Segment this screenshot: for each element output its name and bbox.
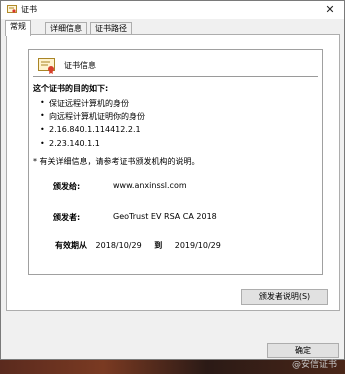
purpose-heading: 这个证书的目的如下: xyxy=(33,84,109,93)
details-note: * 有关详细信息，请参考证书颁发机构的说明。 xyxy=(33,157,200,166)
validity-from: 2018/10/29 xyxy=(95,241,142,250)
issued-by-value: GeoTrust EV RSA CA 2018 xyxy=(113,212,217,221)
validity-row: 有效期从 2018/10/29 到 2019/10/29 xyxy=(55,240,221,251)
certificate-icon xyxy=(7,5,17,13)
purpose-item: 保证远程计算机的身份 xyxy=(40,98,129,109)
validity-to-label: 到 xyxy=(154,241,163,250)
ok-button[interactable]: 确定 xyxy=(267,343,339,358)
validity-label: 有效期从 xyxy=(55,241,87,250)
window-title: 证书 xyxy=(21,5,37,14)
certificate-dialog: 证书 ✕ 常规 详细信息 证书路径 证书信息 这个证书的目的如下: 保证远程计算… xyxy=(0,0,345,360)
close-icon[interactable]: ✕ xyxy=(316,1,344,19)
watermark-text: @安信证书 xyxy=(291,360,337,370)
purpose-item: 向远程计算机证明你的身份 xyxy=(40,111,145,122)
certificate-icon xyxy=(38,58,55,74)
issued-by-label: 颁发者: xyxy=(53,213,81,222)
divider xyxy=(33,76,318,77)
issued-to-value: www.anxinssl.com xyxy=(113,181,187,190)
title-bar[interactable]: 证书 ✕ xyxy=(1,1,344,19)
cert-info-heading: 证书信息 xyxy=(64,61,96,70)
purpose-item: 2.16.840.1.114412.2.1 xyxy=(40,125,141,134)
purpose-item: 2.23.140.1.1 xyxy=(40,139,100,148)
tab-general[interactable]: 常规 xyxy=(5,20,31,36)
tab-bar: 常规 详细信息 证书路径 xyxy=(1,19,344,36)
issuer-statement-button[interactable]: 颁发者说明(S) xyxy=(241,289,328,305)
certificate-info-box: 证书信息 这个证书的目的如下: 保证远程计算机的身份 向远程计算机证明你的身份 … xyxy=(28,49,323,275)
issued-to-label: 颁发给: xyxy=(53,182,81,191)
validity-to: 2019/10/29 xyxy=(174,241,221,250)
